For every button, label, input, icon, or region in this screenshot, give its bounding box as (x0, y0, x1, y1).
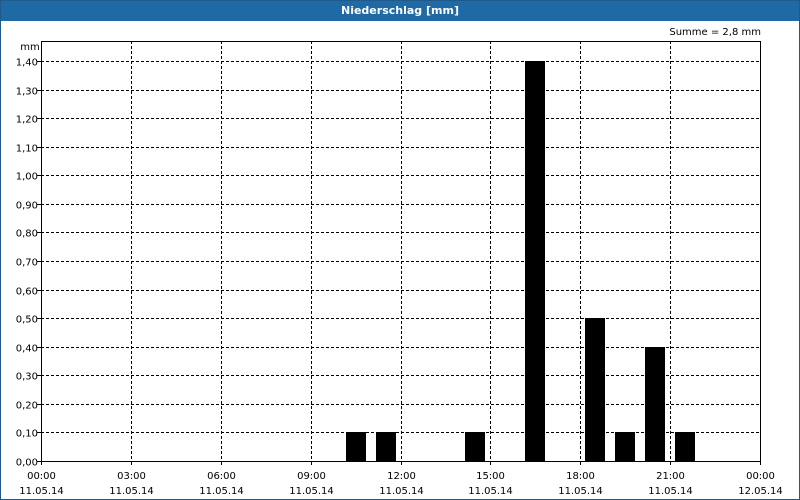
x-tick-date-label: 11.05.14 (19, 486, 64, 497)
precipitation-bar (675, 432, 695, 461)
precipitation-chart: Summe = 2,8 mm mm 0,000,100,200,300,400,… (16, 27, 783, 497)
x-tick-date-label: 11.05.14 (289, 486, 334, 497)
y-tick-label: 0,90 (16, 201, 38, 212)
x-tick-time-label: 03:00 (117, 471, 146, 482)
y-tick-label: 0,00 (16, 458, 38, 469)
x-tick-date-label: 11.05.14 (109, 486, 154, 497)
y-tick-label: 0,60 (16, 287, 38, 298)
x-tick-labels: 00:00 11.05.14 03:00 11.05.14 06:00 11.05.14 0… (19, 471, 783, 497)
precipitation-bar (376, 432, 396, 461)
y-tick-labels: 0,00 0,10 0,20 0,30 0,40 0,50 0,60 0,70 0,80 0,90… (16, 58, 38, 469)
x-tick-date-label: 12.05.14 (738, 486, 783, 497)
y-tick-label: 0,70 (16, 258, 38, 269)
x-tick-date-label: 11.05.14 (558, 486, 603, 497)
y-tick-label: 1,20 (16, 115, 38, 126)
y-tick-label: 1,40 (16, 58, 38, 69)
y-tick-label: 1,30 (16, 87, 38, 98)
y-tick-label: 0,30 (16, 372, 38, 383)
y-tick-label: 0,20 (16, 401, 38, 412)
y-tick-label: 0,50 (16, 315, 38, 326)
precipitation-bar (615, 432, 635, 461)
y-tick-label: 0,80 (16, 229, 38, 240)
y-tick-label: 1,00 (16, 172, 38, 183)
x-tick-time-label: 15:00 (476, 471, 505, 482)
x-tick-date-label: 11.05.14 (199, 486, 244, 497)
y-tick-label: 1,10 (16, 144, 38, 155)
y-axis-unit: mm (20, 42, 39, 53)
x-tick-date-label: 11.05.14 (379, 486, 424, 497)
x-tick-time-label: 09:00 (297, 471, 326, 482)
precipitation-bar (585, 318, 605, 461)
x-tick-time-label: 00:00 (746, 471, 775, 482)
y-tick-label: 0,40 (16, 344, 38, 355)
x-tick-time-label: 21:00 (656, 471, 685, 482)
precipitation-bar (525, 61, 545, 461)
x-tick-time-label: 06:00 (207, 471, 236, 482)
precipitation-bar (346, 432, 366, 461)
y-tick-label: 0,10 (16, 429, 38, 440)
x-tick-time-label: 12:00 (387, 471, 416, 482)
x-tick-time-label: 00:00 (27, 471, 56, 482)
precipitation-bar (465, 432, 485, 461)
x-tick-date-label: 11.05.14 (468, 486, 513, 497)
precipitation-bar (645, 347, 665, 461)
x-tick-time-label: 18:00 (566, 471, 595, 482)
x-tick-date-label: 11.05.14 (648, 486, 693, 497)
summary-label: Summe = 2,8 mm (669, 27, 761, 38)
